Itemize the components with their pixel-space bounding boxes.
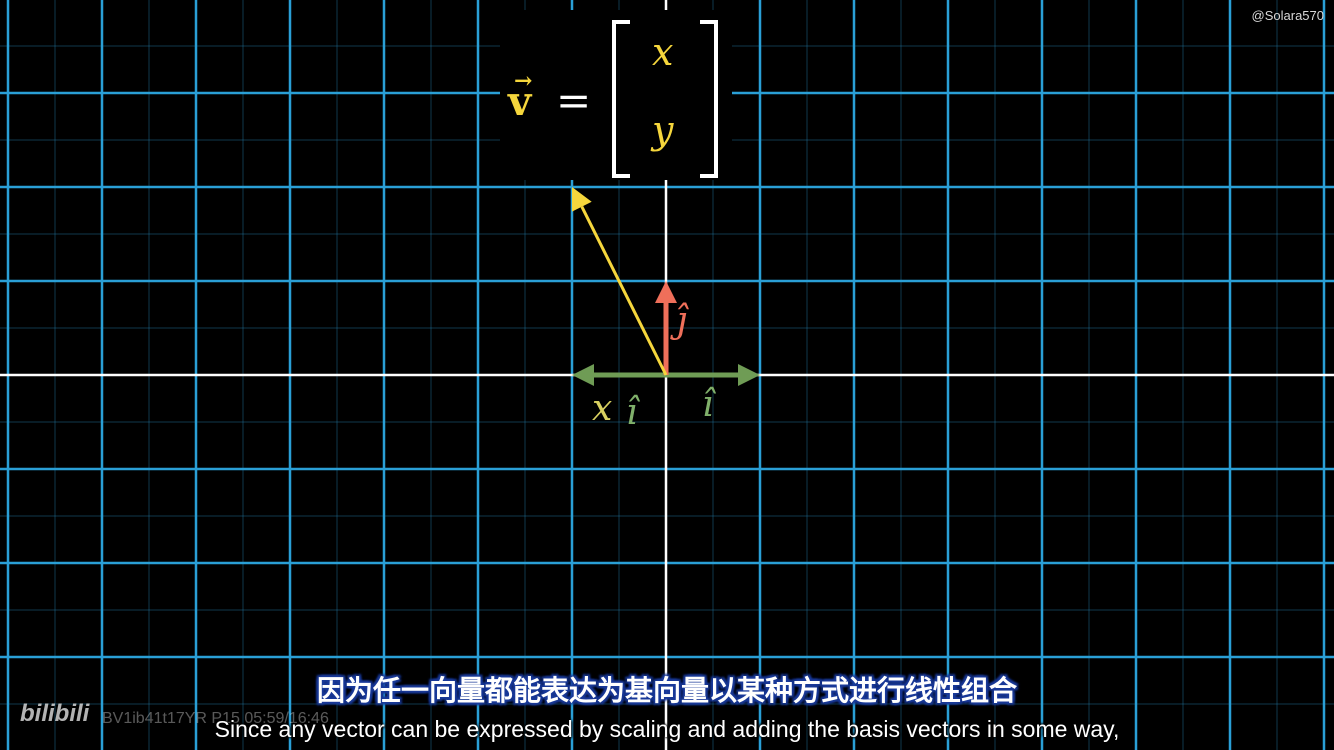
x-i-hat-vector-head [572,364,594,386]
matrix-entry-x: x [652,30,674,74]
matrix-entry-y: y [652,108,674,152]
channel-watermark: @Solara570 [1251,8,1324,23]
scaled-i-hat-label: î [626,392,638,433]
video-frame: @Solara570 → v = x y ĵ î x î bilibili BV… [0,0,1334,750]
scalar-x-label: x [592,388,613,429]
subtitle-english: Since any vector can be expressed by sca… [214,716,1120,742]
vector-arrow-accent: → [514,68,533,94]
vector-v-shaft [580,206,668,376]
j-hat-label: ĵ [676,300,688,341]
j-hat-vector-head [655,281,677,303]
i-hat-vector-head [738,364,760,386]
matrix-right-bracket [700,20,718,178]
equals-sign: = [556,76,592,125]
subtitle-chinese: 因为任一向量都能表达为基向量以某种方式进行线性组合 [316,674,1017,707]
matrix-left-bracket [612,20,630,178]
vector-v-symbol: → v [508,68,532,125]
i-hat-label: î [702,384,714,425]
